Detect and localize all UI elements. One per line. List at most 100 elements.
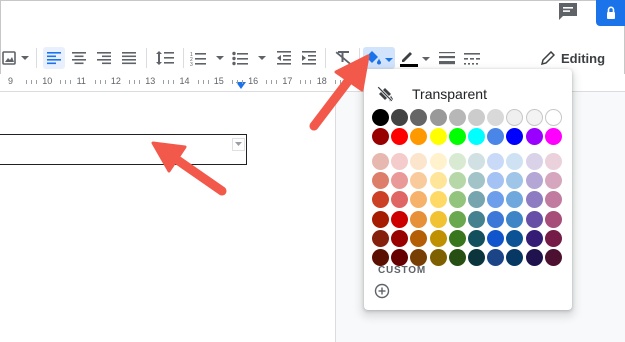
highlight-color-button[interactable] [363,47,395,69]
numbered-list-button[interactable]: 123 [190,47,228,69]
color-swatch[interactable] [372,172,389,190]
color-swatch[interactable] [525,128,543,146]
editing-mode-button[interactable]: Editing [541,47,605,69]
color-swatch[interactable] [544,109,562,126]
color-swatch[interactable] [544,210,562,228]
color-swatch[interactable] [372,249,389,267]
color-swatch[interactable] [525,109,543,126]
color-swatch[interactable] [448,172,466,190]
color-swatch[interactable] [391,191,409,209]
color-swatch[interactable] [467,109,485,126]
align-center-button[interactable] [68,47,90,69]
border-weight-button[interactable] [437,47,457,69]
share-lock-button[interactable] [596,0,625,26]
color-swatch[interactable] [467,249,485,267]
color-swatch[interactable] [391,128,409,146]
color-swatch[interactable] [467,230,485,248]
color-swatch[interactable] [506,172,524,190]
color-swatch[interactable] [429,230,447,248]
color-swatch[interactable] [391,210,409,228]
bulleted-list-button[interactable] [232,47,270,69]
color-swatch[interactable] [429,172,447,190]
align-right-button[interactable] [93,47,115,69]
color-swatch[interactable] [487,172,505,190]
color-swatch[interactable] [448,152,466,170]
color-swatch[interactable] [410,172,428,190]
table-cell[interactable] [0,134,247,165]
color-swatch[interactable] [487,109,505,126]
color-swatch[interactable] [544,230,562,248]
color-swatch[interactable] [506,249,524,267]
color-swatch[interactable] [525,172,543,190]
color-swatch[interactable] [372,152,389,170]
color-swatch[interactable] [429,109,447,126]
increase-indent-button[interactable] [298,47,320,69]
color-swatch[interactable] [506,128,524,146]
color-swatch[interactable] [544,249,562,267]
color-swatch[interactable] [467,152,485,170]
color-swatch[interactable] [525,191,543,209]
color-swatch[interactable] [372,128,389,146]
color-swatch[interactable] [467,210,485,228]
color-swatch[interactable] [487,230,505,248]
color-swatch[interactable] [467,128,485,146]
decrease-indent-button[interactable] [273,47,295,69]
transparent-option[interactable]: Transparent [376,83,487,105]
color-swatch[interactable] [372,191,389,209]
color-swatch[interactable] [487,128,505,146]
color-swatch[interactable] [487,152,505,170]
color-swatch[interactable] [544,128,562,146]
align-justify-button[interactable] [118,47,140,69]
cell-dropdown-button[interactable] [232,138,245,151]
color-swatch[interactable] [544,172,562,190]
color-swatch[interactable] [391,230,409,248]
color-swatch[interactable] [487,210,505,228]
color-swatch[interactable] [410,152,428,170]
color-swatch[interactable] [391,109,409,126]
comment-icon[interactable] [557,2,579,22]
color-swatch[interactable] [429,191,447,209]
color-swatch[interactable] [525,230,543,248]
color-swatch[interactable] [448,210,466,228]
color-swatch[interactable] [544,191,562,209]
color-swatch[interactable] [391,152,409,170]
color-swatch[interactable] [467,191,485,209]
document-page[interactable] [0,92,336,342]
color-swatch[interactable] [372,230,389,248]
color-swatch[interactable] [506,230,524,248]
color-swatch[interactable] [506,152,524,170]
color-swatch[interactable] [429,210,447,228]
color-swatch[interactable] [410,128,428,146]
color-swatch[interactable] [410,210,428,228]
color-swatch[interactable] [391,172,409,190]
color-swatch[interactable] [429,128,447,146]
color-swatch[interactable] [391,249,409,267]
color-swatch[interactable] [429,249,447,267]
color-swatch[interactable] [544,152,562,170]
border-dash-button[interactable] [462,47,482,69]
insert-image-button[interactable] [2,47,32,69]
add-custom-color-button[interactable] [374,283,390,299]
color-swatch[interactable] [448,128,466,146]
color-swatch[interactable] [429,152,447,170]
color-swatch[interactable] [410,109,428,126]
color-swatch[interactable] [448,249,466,267]
color-swatch[interactable] [410,249,428,267]
color-swatch[interactable] [487,191,505,209]
clear-formatting-button[interactable] [332,47,354,69]
color-swatch[interactable] [467,172,485,190]
color-swatch[interactable] [487,249,505,267]
color-swatch[interactable] [525,249,543,267]
color-swatch[interactable] [525,210,543,228]
color-swatch[interactable] [506,109,524,126]
align-left-button[interactable] [43,47,65,69]
color-swatch[interactable] [448,191,466,209]
line-spacing-button[interactable] [153,47,177,69]
color-swatch[interactable] [506,191,524,209]
color-swatch[interactable] [506,210,524,228]
color-swatch[interactable] [448,109,466,126]
color-swatch[interactable] [372,109,389,126]
color-swatch[interactable] [410,191,428,209]
color-swatch[interactable] [525,152,543,170]
text-color-button[interactable] [398,47,434,69]
